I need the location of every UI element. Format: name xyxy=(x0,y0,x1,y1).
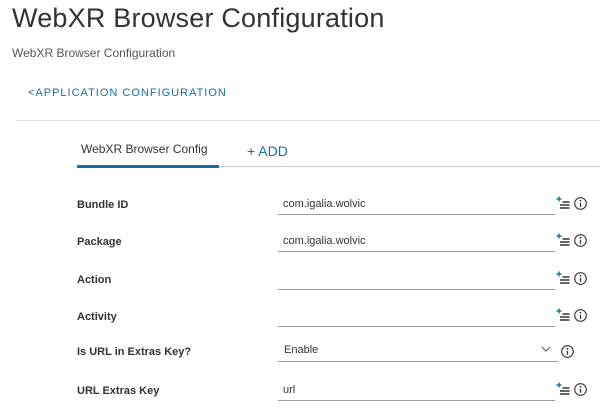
page: WebXR Browser Configuration WebXR Browse… xyxy=(0,0,600,416)
info-icon[interactable] xyxy=(574,197,587,210)
field-row-activity: Activity xyxy=(0,305,600,335)
field-label: Activity xyxy=(77,311,117,323)
field-row-bundle-id: Bundle ID xyxy=(0,193,600,223)
insert-lookup-value-icon[interactable] xyxy=(556,196,570,210)
header-divider xyxy=(16,120,600,121)
insert-lookup-value-icon[interactable] xyxy=(556,233,570,247)
page-subtitle: WebXR Browser Configuration xyxy=(12,46,176,60)
url-in-extras-key-select[interactable]: Enable xyxy=(278,340,558,362)
tab-label: WebXR Browser Config xyxy=(81,142,208,156)
back-to-application-configuration-link[interactable]: <APPLICATION CONFIGURATION xyxy=(28,87,227,99)
info-icon[interactable] xyxy=(574,309,587,322)
insert-lookup-value-icon[interactable] xyxy=(556,382,570,396)
bundle-id-input[interactable] xyxy=(278,193,555,215)
field-row-url-extras-key: URL Extras Key xyxy=(0,379,600,409)
package-input[interactable] xyxy=(278,230,555,252)
info-icon[interactable] xyxy=(561,345,574,358)
page-title: WebXR Browser Configuration xyxy=(12,3,385,33)
action-input[interactable] xyxy=(278,268,555,290)
info-icon[interactable] xyxy=(574,383,587,396)
field-row-package: Package xyxy=(0,230,600,260)
add-tab-button[interactable]: + ADD xyxy=(247,143,288,159)
info-icon[interactable] xyxy=(574,234,587,247)
insert-lookup-value-icon[interactable] xyxy=(556,308,570,322)
field-row-action: Action xyxy=(0,268,600,298)
field-label: Package xyxy=(77,236,122,248)
field-label: Action xyxy=(77,274,112,286)
tab-webxr-browser-config[interactable]: WebXR Browser Config xyxy=(77,136,219,168)
select-value: Enable xyxy=(284,344,319,356)
config-tabs: WebXR Browser Config + ADD xyxy=(77,136,600,168)
insert-lookup-value-icon[interactable] xyxy=(556,271,570,285)
info-icon[interactable] xyxy=(574,272,587,285)
field-label: Is URL in Extras Key? xyxy=(77,346,192,358)
field-label: URL Extras Key xyxy=(77,385,160,397)
field-label: Bundle ID xyxy=(77,199,129,211)
field-row-url-in-extras-key: Is URL in Extras Key? Enable xyxy=(0,340,600,370)
chevron-down-icon xyxy=(541,346,551,352)
activity-input[interactable] xyxy=(278,305,555,327)
url-extras-key-input[interactable] xyxy=(278,379,555,401)
